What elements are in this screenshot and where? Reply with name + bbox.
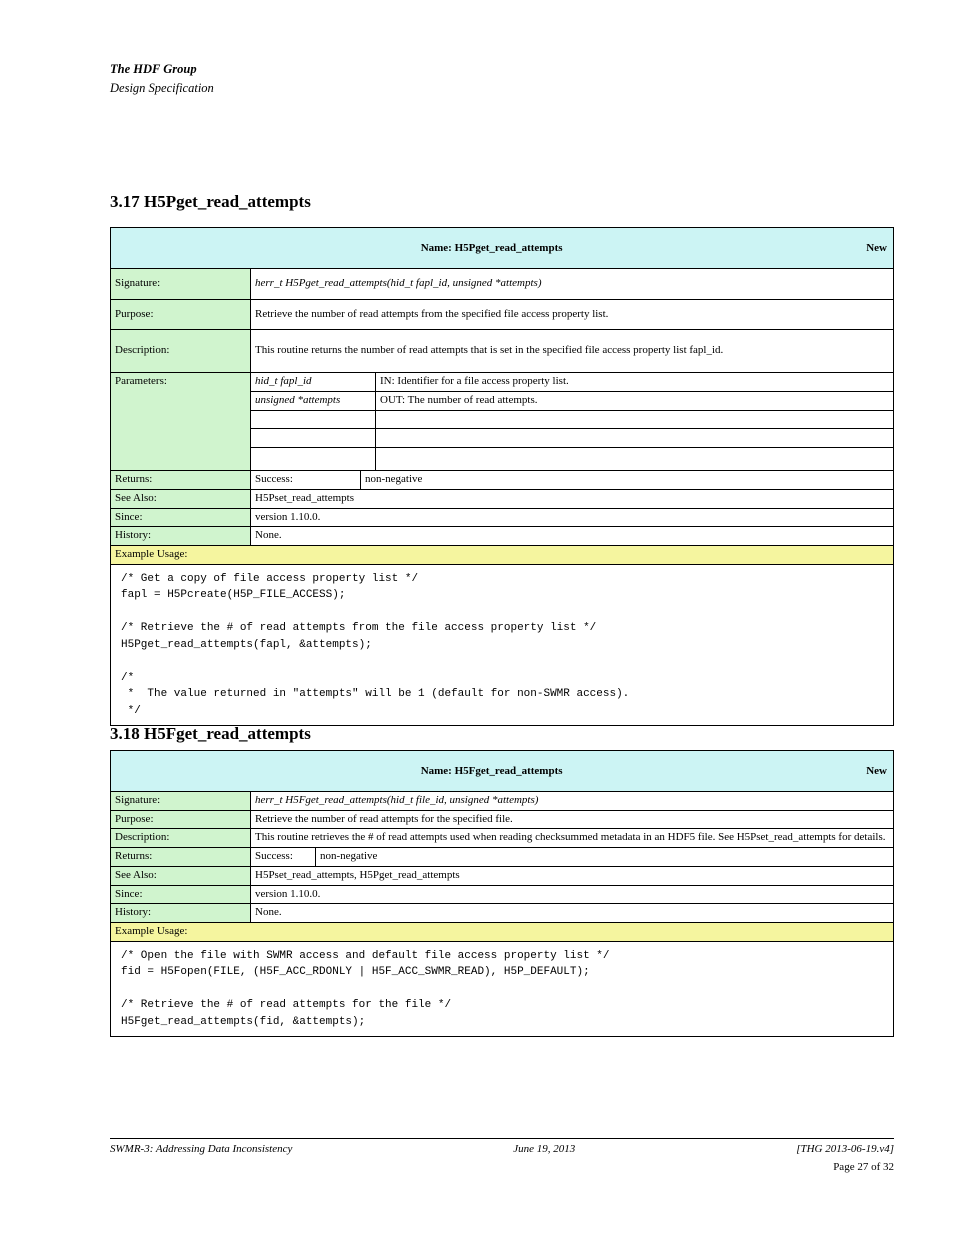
row-value: herr_t H5Pget_read_attempts(hid_t fapl_i…	[251, 269, 893, 300]
param-name: unsigned *attempts	[251, 392, 376, 411]
row-label: Since:	[111, 886, 251, 905]
row-value: This routine returns the number of read …	[251, 330, 893, 373]
example-code: /* Open the file with SWMR access and de…	[111, 942, 893, 1037]
footer-left: SWMR-3: Addressing Data Inconsistency	[110, 1143, 292, 1155]
row-label: Purpose:	[111, 811, 251, 830]
org-name: The HDF Group	[110, 62, 197, 76]
returns-value: non-negative	[361, 471, 893, 490]
page-number: Page 27 of 32	[833, 1161, 894, 1173]
row-value: version 1.10.0.	[251, 509, 893, 528]
status-badge: New	[866, 242, 887, 256]
param-name: hid_t fapl_id	[251, 373, 376, 392]
returns-value: non-negative	[316, 848, 893, 867]
section-heading: 3.17 H5Pget_read_attempts	[110, 192, 311, 212]
param-name	[251, 429, 376, 448]
row-value: version 1.10.0.	[251, 886, 893, 905]
example-header: Example Usage:	[111, 923, 893, 942]
row-value: H5Pset_read_attempts, H5Pget_read_attemp…	[251, 867, 893, 886]
row-value: Retrieve the number of read attempts fro…	[251, 300, 893, 331]
row-label: See Also:	[111, 490, 251, 509]
page-header: The HDF Group Design Specification	[110, 60, 894, 98]
param-desc: IN: Identifier for a file access propert…	[376, 373, 893, 392]
row-value: herr_t H5Fget_read_attempts(hid_t file_i…	[251, 792, 893, 811]
row-label: Signature:	[111, 792, 251, 811]
param-name	[251, 411, 376, 430]
section-heading: 3.18 H5Fget_read_attempts	[110, 724, 311, 744]
row-value: None.	[251, 904, 893, 923]
param-desc	[376, 429, 893, 448]
row-label: See Also:	[111, 867, 251, 886]
status-badge: New	[866, 765, 887, 779]
row-label: Returns:	[111, 471, 251, 490]
example-code: /* Get a copy of file access property li…	[111, 565, 893, 726]
param-desc: OUT: The number of read attempts.	[376, 392, 893, 411]
page-footer: SWMR-3: Addressing Data Inconsistency Ju…	[110, 1138, 894, 1155]
param-name	[251, 448, 376, 471]
table-header: Name: H5Fget_read_attempts New	[111, 751, 893, 792]
row-value: Retrieve the number of read attempts for…	[251, 811, 893, 830]
row-label: Description:	[111, 829, 251, 848]
row-label: History:	[111, 904, 251, 923]
row-label: Since:	[111, 509, 251, 528]
row-label: Parameters:	[111, 373, 251, 471]
row-value: H5Pset_read_attempts	[251, 490, 893, 509]
api-table-2: Name: H5Fget_read_attempts New Signature…	[110, 750, 894, 1037]
row-label: Purpose:	[111, 300, 251, 331]
row-label: Returns:	[111, 848, 251, 867]
row-label: Description:	[111, 330, 251, 373]
param-desc	[376, 448, 893, 471]
footer-mid: June 19, 2013	[513, 1143, 575, 1155]
row-label: History:	[111, 527, 251, 546]
api-table-1: Name: H5Pget_read_attempts New Signature…	[110, 227, 894, 726]
row-value: None.	[251, 527, 893, 546]
row-label: Signature:	[111, 269, 251, 300]
footer-right: [THG 2013-06-19.v4]	[796, 1143, 894, 1155]
header-name-label: Name:	[421, 242, 452, 254]
header-api-name: H5Fget_read_attempts	[455, 765, 563, 777]
example-header: Example Usage:	[111, 546, 893, 565]
header-api-name: H5Pget_read_attempts	[455, 242, 563, 254]
row-value: This routine retrieves the # of read att…	[251, 829, 893, 848]
returns-status: Success:	[251, 848, 316, 867]
doc-type: Design Specification	[110, 81, 214, 95]
header-name-label: Name:	[421, 765, 452, 777]
param-desc	[376, 411, 893, 430]
table-header: Name: H5Pget_read_attempts New	[111, 228, 893, 269]
returns-status: Success:	[251, 471, 361, 490]
